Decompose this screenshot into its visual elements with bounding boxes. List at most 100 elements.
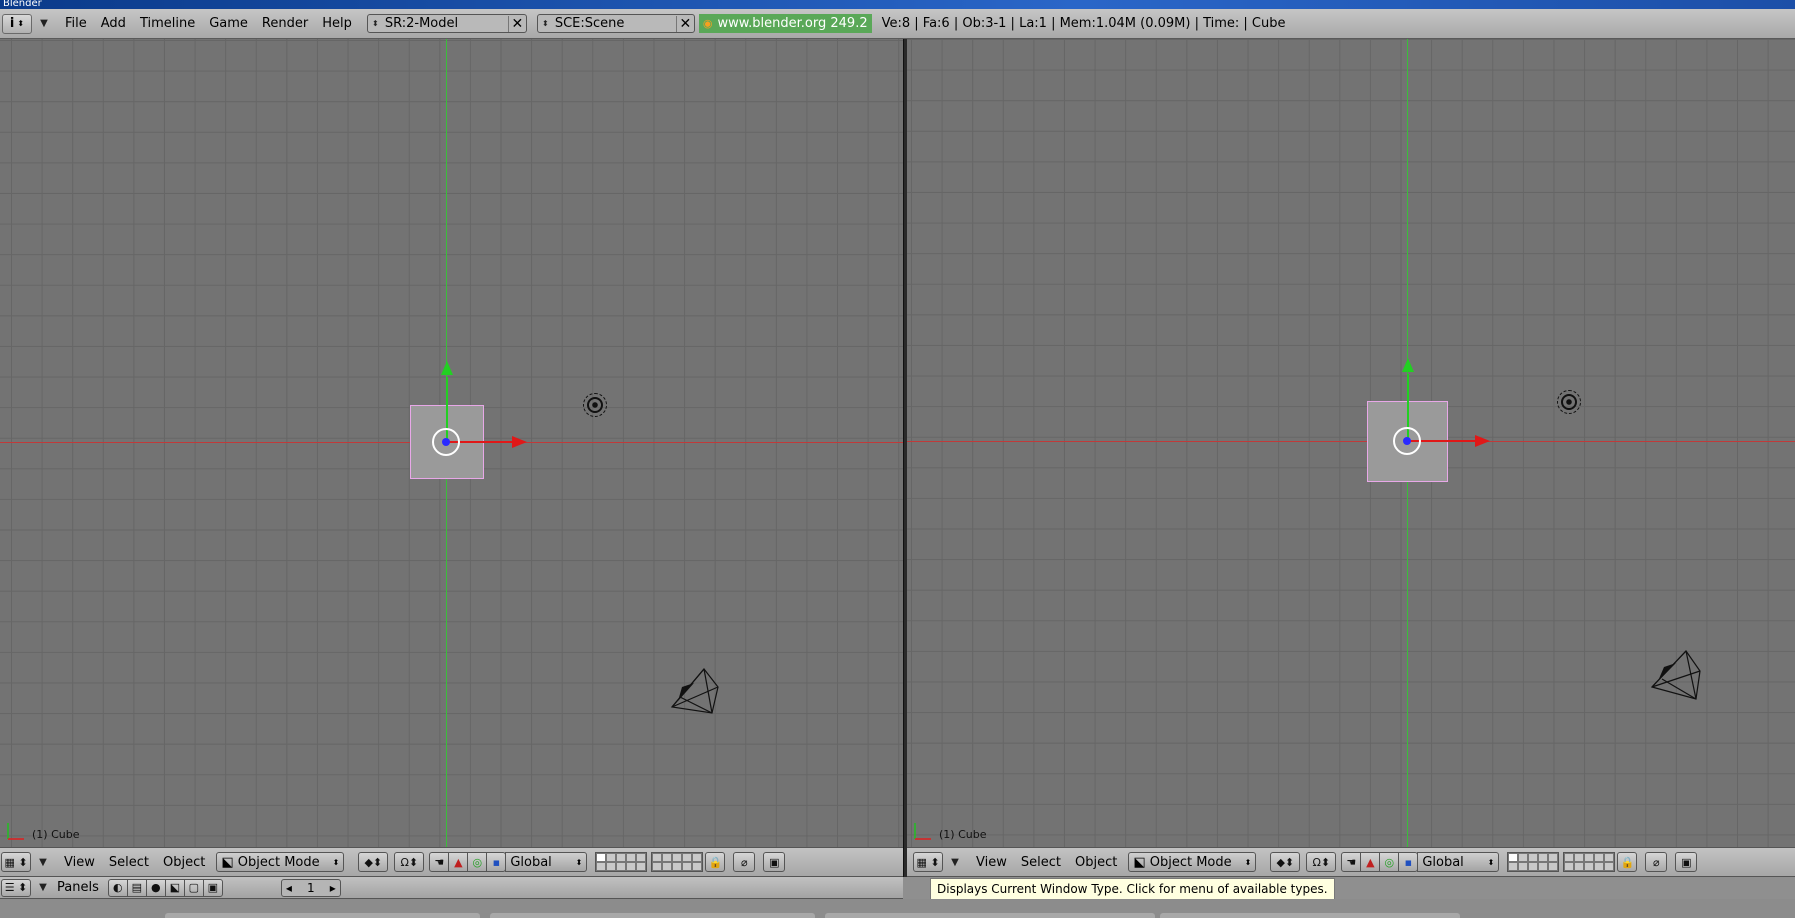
orientation-label[interactable]: Global [1422,855,1463,870]
3d-view-header-left: ▦ ⬍ ▼ View Select Object ⬕ Object Mode ⬍… [0,847,903,877]
draw-type-icon[interactable]: ◆⬍ [1270,852,1301,872]
object-icon[interactable]: ⬕ [164,878,185,897]
menu-timeline[interactable]: Timeline [133,16,202,31]
pivot-icon[interactable]: Ω⬍ [1306,852,1337,872]
frame-value[interactable]: 1 [307,881,315,895]
translate-icon[interactable]: ▲ [1360,852,1381,872]
window-type-icon[interactable]: ☰ ⬍ [1,878,31,897]
x-arrow-icon[interactable] [1475,435,1490,447]
window-title: Blender [0,0,1795,9]
increment-icon[interactable]: ▸ [330,881,336,895]
camera-icon[interactable] [668,667,724,719]
3d-viewport-left[interactable]: (1) Cube [0,39,903,847]
scene-field[interactable]: ⬍ SCE:Scene ✕ [536,14,695,33]
3d-viewport-right[interactable]: (1) Cube [907,39,1795,847]
lock-icon[interactable]: 🔒 [705,852,726,872]
close-scene-icon[interactable]: ✕ [675,15,694,32]
y-arrow-icon[interactable] [1402,358,1414,372]
info-icon: i [9,16,15,31]
y-arrow-icon[interactable] [441,361,453,375]
menu-file[interactable]: File [58,16,94,31]
website-link[interactable]: ◉ www.blender.org 249.2 [698,14,872,33]
mode-selector[interactable]: ⬕ Object Mode ⬍ [1128,852,1257,872]
layer-buttons-b[interactable] [1563,852,1616,872]
collapse-menu-icon[interactable]: ▼ [35,878,51,898]
hand-icon[interactable]: ☚ [1341,852,1362,872]
menu-select[interactable]: Select [1014,855,1068,870]
rotate-icon[interactable]: ◎ [1379,852,1400,872]
updown-icon: ⬍ [575,857,583,867]
screen-name[interactable]: SR:2-Model [383,16,508,31]
close-screen-icon[interactable]: ✕ [507,15,526,32]
menu-select[interactable]: Select [102,855,156,870]
collapse-menu-icon[interactable]: ▼ [947,852,963,872]
panel-tab[interactable] [165,913,480,918]
editing-icon[interactable]: ▢ [183,878,204,897]
decrement-icon[interactable]: ◂ [286,881,292,895]
menu-game[interactable]: Game [202,16,255,31]
x-axis-line [907,441,1795,442]
camera-icon[interactable] [1650,649,1706,703]
panel-tab[interactable] [825,913,1155,918]
context-buttons: ◐ ▤ ● ⬕ ▢ ▣ [107,878,223,897]
object-mode-icon: ⬕ [1133,854,1150,870]
updown-icon[interactable]: ⬍ [538,19,553,28]
menu-add[interactable]: Add [94,16,133,31]
scene-name[interactable]: SCE:Scene [553,16,676,31]
panel-tab[interactable] [490,913,815,918]
hand-icon[interactable]: ☚ [429,852,450,872]
menu-view[interactable]: View [969,855,1014,870]
layer-buttons-a[interactable] [595,852,648,872]
pivot-icon[interactable]: Ω⬍ [394,852,425,872]
menu-object[interactable]: Object [156,855,212,870]
scene-stats: Ve:8 | Fa:6 | Ob:3-1 | La:1 | Mem:1.04M … [881,16,1286,31]
tooltip: Displays Current Window Type. Click for … [930,878,1335,900]
scene-icon[interactable]: ▣ [202,878,223,897]
logic-icon[interactable]: ◐ [107,878,128,897]
translate-icon[interactable]: ▲ [448,852,469,872]
viewport-object-label: (1) Cube [32,828,80,841]
render-icon[interactable]: ▣ [763,852,786,872]
collapse-menu-icon[interactable]: ▼ [35,852,51,872]
render-icon[interactable]: ▣ [1675,852,1698,872]
scale-icon[interactable]: ▪ [486,852,507,872]
mode-selector[interactable]: ⬕ Object Mode ⬍ [216,852,345,872]
object-origin-icon [442,438,450,446]
script-icon[interactable]: ▤ [126,878,147,897]
view-axes-icon [7,823,24,840]
scale-icon[interactable]: ▪ [1398,852,1419,872]
draw-type-icon[interactable]: ◆⬍ [358,852,389,872]
updown-icon: ⬍ [17,19,25,28]
frame-field[interactable]: ◂ 1 ▸ [280,878,341,897]
layer-buttons-a[interactable] [1507,852,1560,872]
lock-icon[interactable]: 🔒 [1617,852,1638,872]
snap-icon[interactable]: ⌀ [733,852,756,872]
lamp-icon[interactable] [583,393,607,417]
panel-tab[interactable] [1160,913,1460,918]
mode-label[interactable]: Object Mode [1150,855,1232,870]
orientation-selector[interactable]: Global ⬍ [505,852,588,872]
menu-view[interactable]: View [57,855,102,870]
menu-object[interactable]: Object [1068,855,1124,870]
info-header: i ⬍ ▼ File Add Timeline Game Render Help … [0,9,1795,39]
buttons-window-header: ☰ ⬍ ▼ Panels ◐ ▤ ● ⬕ ▢ ▣ ◂ 1 ▸ [0,877,1795,899]
collapse-menu-icon[interactable]: ▼ [36,14,52,34]
screen-field[interactable]: ⬍ SR:2-Model ✕ [366,14,527,33]
website-text[interactable]: www.blender.org 249.2 [717,16,867,31]
window-type-icon[interactable]: ▦ ⬍ [1,852,31,872]
window-type-icon[interactable]: ▦ ⬍ [913,852,943,872]
updown-icon[interactable]: ⬍ [368,19,383,28]
x-arrow-icon[interactable] [512,436,527,448]
mode-label[interactable]: Object Mode [238,855,320,870]
layer-buttons-b[interactable] [651,852,704,872]
orientation-selector[interactable]: Global ⬍ [1417,852,1500,872]
window-type-button[interactable]: i ⬍ [2,13,32,34]
menu-render[interactable]: Render [255,16,315,31]
rotate-icon[interactable]: ◎ [467,852,488,872]
3d-view-header-right: ▦ ⬍ ▼ View Select Object ⬕ Object Mode ⬍… [907,847,1795,877]
shading-icon[interactable]: ● [145,878,166,897]
snap-icon[interactable]: ⌀ [1645,852,1668,872]
orientation-label[interactable]: Global [510,855,551,870]
lamp-icon[interactable] [1557,390,1581,414]
menu-help[interactable]: Help [315,16,359,31]
